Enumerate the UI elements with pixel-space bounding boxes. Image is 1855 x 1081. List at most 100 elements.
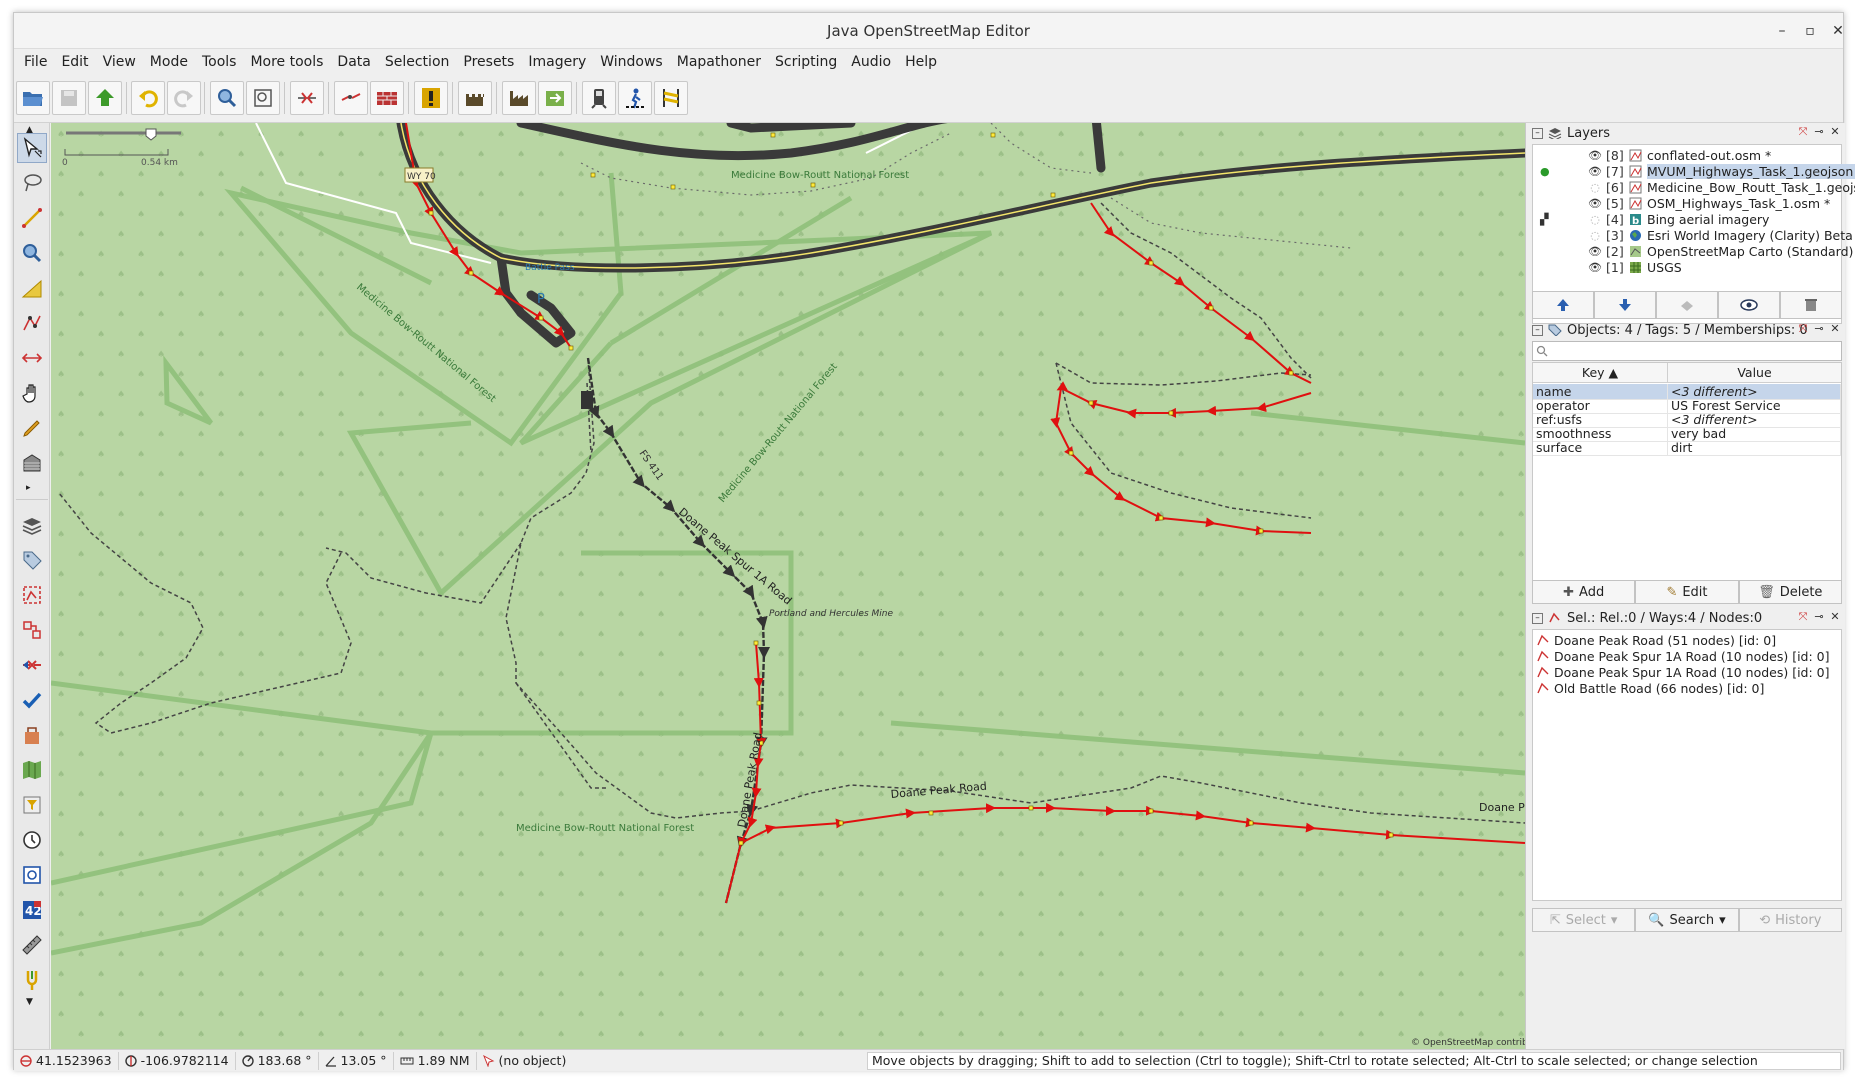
undock-icon[interactable]: ⤧ bbox=[1797, 323, 1809, 335]
pan-tool-button[interactable] bbox=[17, 378, 47, 408]
map-paint-button[interactable] bbox=[17, 755, 47, 785]
maximize-button[interactable]: ▫ bbox=[1800, 21, 1820, 41]
lasso-mode-button[interactable] bbox=[17, 168, 47, 198]
layer-row[interactable]: ◌ [6] Medicine_Bow_Routt_Task_1.geojson bbox=[1533, 179, 1855, 195]
open-file-button[interactable] bbox=[16, 81, 50, 115]
pin-icon[interactable]: ⊸ bbox=[1813, 611, 1825, 623]
export-button[interactable] bbox=[538, 81, 572, 115]
close-button[interactable]: ✕ bbox=[1828, 21, 1848, 41]
eye-icon[interactable]: 👁 bbox=[1588, 197, 1602, 210]
list-item[interactable]: Doane Peak Road (51 nodes) [id: 0] bbox=[1537, 632, 1776, 648]
eye-icon[interactable]: 👁 bbox=[1588, 245, 1602, 258]
collapse-icon[interactable]: – bbox=[1532, 612, 1543, 624]
menu-windows[interactable]: Windows bbox=[594, 54, 671, 70]
pedestrian-crossing-button[interactable] bbox=[618, 81, 652, 115]
expand-arrow-icon[interactable]: ▸ bbox=[26, 483, 31, 493]
building-tool-button[interactable] bbox=[17, 448, 47, 478]
select-mode-button[interactable] bbox=[17, 133, 47, 163]
layer-row[interactable]: 👁 [1] USGS bbox=[1533, 259, 1841, 275]
eye-icon[interactable]: 👁 bbox=[1588, 261, 1602, 274]
menu-view[interactable]: View bbox=[97, 54, 144, 70]
fork-button[interactable] bbox=[17, 965, 47, 995]
layer-row-active[interactable]: ● 👁 [7] MVUM_Highways_Task_1.geojson bbox=[1533, 163, 1855, 179]
zoom-mode-button[interactable] bbox=[17, 238, 47, 268]
scroll-down-icon[interactable]: ▼ bbox=[26, 997, 33, 1007]
longitude-field[interactable]: -106.9782114 bbox=[119, 1051, 236, 1070]
selection-list[interactable]: Doane Peak Road (51 nodes) [id: 0] Doane… bbox=[1532, 629, 1842, 901]
delete-layer-button[interactable] bbox=[1780, 291, 1842, 319]
undo-button[interactable] bbox=[131, 81, 165, 115]
improve-way-button[interactable] bbox=[17, 308, 47, 338]
zoom-button[interactable] bbox=[210, 81, 244, 115]
panel-close-icon[interactable]: ✕ bbox=[1829, 611, 1841, 623]
map-view[interactable]: ♠ ♠ bbox=[51, 123, 1525, 1049]
move-down-button[interactable] bbox=[1594, 291, 1656, 319]
measure-area-button[interactable] bbox=[17, 273, 47, 303]
layer-row[interactable]: ◌ [3] Esri World Imagery (Clarity) Beta bbox=[1533, 227, 1853, 243]
eye-hidden-icon[interactable]: ◌ bbox=[1588, 213, 1602, 226]
conflict-button[interactable] bbox=[17, 650, 47, 680]
menu-more-tools[interactable]: More tools bbox=[244, 54, 331, 70]
menu-mapathoner[interactable]: Mapathoner bbox=[671, 54, 769, 70]
ruler-button[interactable] bbox=[17, 930, 47, 960]
layer-row[interactable]: 👁 [2] OpenStreetMap Carto (Standard) bbox=[1533, 243, 1853, 259]
railway-button[interactable] bbox=[582, 81, 616, 115]
history-button[interactable]: ⟲ History bbox=[1738, 908, 1842, 932]
factory-button[interactable] bbox=[502, 81, 536, 115]
tags-toggle-button[interactable] bbox=[17, 545, 47, 575]
tag-row[interactable]: surface dirt bbox=[1533, 440, 1841, 456]
toggle-visibility-button[interactable] bbox=[1718, 291, 1780, 319]
menu-presets[interactable]: Presets bbox=[457, 54, 522, 70]
changeset-button[interactable] bbox=[17, 720, 47, 750]
relation-editor-button[interactable] bbox=[17, 615, 47, 645]
redo-button[interactable] bbox=[167, 81, 201, 115]
barrier-button[interactable] bbox=[654, 81, 688, 115]
history-button[interactable] bbox=[17, 825, 47, 855]
add-tag-button[interactable]: ✚ Add bbox=[1532, 580, 1636, 604]
pin-icon[interactable]: ⊸ bbox=[1813, 126, 1825, 138]
eye-hidden-icon[interactable]: ◌ bbox=[1588, 229, 1602, 242]
merge-nodes-button[interactable] bbox=[290, 81, 324, 115]
castle-button[interactable] bbox=[458, 81, 492, 115]
tags-table[interactable]: Key ▲ Value name <3 different> operator … bbox=[1532, 362, 1842, 584]
list-item[interactable]: Old Battle Road (66 nodes) [id: 0] bbox=[1537, 680, 1764, 696]
undock-icon[interactable]: ⤧ bbox=[1797, 611, 1809, 623]
validation-results-button[interactable] bbox=[17, 685, 47, 715]
value-column-header[interactable]: Value bbox=[1668, 363, 1841, 382]
menu-imagery[interactable]: Imagery bbox=[522, 54, 594, 70]
latitude-field[interactable]: 41.1523963 bbox=[14, 1051, 119, 1070]
selection-list-button[interactable] bbox=[17, 580, 47, 610]
collapse-icon[interactable]: – bbox=[1532, 324, 1543, 336]
gate-barrier-icon[interactable] bbox=[581, 391, 593, 409]
pin-icon[interactable]: ⊸ bbox=[1813, 323, 1825, 335]
layer-row[interactable]: 👁 [5] OSM_Highways_Task_1.osm * bbox=[1533, 195, 1841, 211]
brick-button[interactable] bbox=[370, 81, 404, 115]
draw-mode-button[interactable] bbox=[17, 203, 47, 233]
eye-hidden-icon[interactable]: ◌ bbox=[1588, 181, 1602, 194]
undock-icon[interactable]: ⤧ bbox=[1797, 126, 1809, 138]
menu-help[interactable]: Help bbox=[899, 54, 945, 70]
zoom-to-selection-button[interactable] bbox=[246, 81, 280, 115]
map-canvas[interactable]: ♠ ♠ bbox=[51, 123, 1525, 1049]
maproulette-button[interactable]: 42 bbox=[17, 895, 47, 925]
layer-row[interactable]: 👁 [8] conflated-out.osm * bbox=[1533, 147, 1841, 163]
select-button[interactable]: ⇱ Select ▾ bbox=[1532, 908, 1636, 932]
menu-file[interactable]: File bbox=[18, 54, 55, 70]
edit-tag-button[interactable]: ✎ Edit bbox=[1635, 580, 1739, 604]
delete-tag-button[interactable]: 🗑 Delete bbox=[1738, 580, 1842, 604]
menu-data[interactable]: Data bbox=[331, 54, 378, 70]
list-item[interactable]: Doane Peak Spur 1A Road (10 nodes) [id: … bbox=[1537, 664, 1830, 680]
move-up-button[interactable] bbox=[1532, 291, 1594, 319]
search-button[interactable]: 🔍 Search ▾ bbox=[1635, 908, 1739, 932]
panel-close-icon[interactable]: ✕ bbox=[1829, 323, 1841, 335]
map-attribution[interactable]: © OpenStreetMap contributors bbox=[1411, 1038, 1525, 1048]
parallel-way-button[interactable] bbox=[17, 343, 47, 373]
collapse-icon[interactable]: – bbox=[1532, 127, 1543, 139]
pencil-tool-button[interactable] bbox=[17, 413, 47, 443]
split-way-button[interactable] bbox=[334, 81, 368, 115]
eye-icon[interactable]: 👁 bbox=[1588, 149, 1602, 162]
layer-row[interactable]: ▞ ◌ [4] b Bing aerial imagery bbox=[1533, 211, 1841, 227]
menu-edit[interactable]: Edit bbox=[55, 54, 96, 70]
upload-button[interactable] bbox=[88, 81, 122, 115]
layers-toggle-button[interactable] bbox=[17, 510, 47, 540]
